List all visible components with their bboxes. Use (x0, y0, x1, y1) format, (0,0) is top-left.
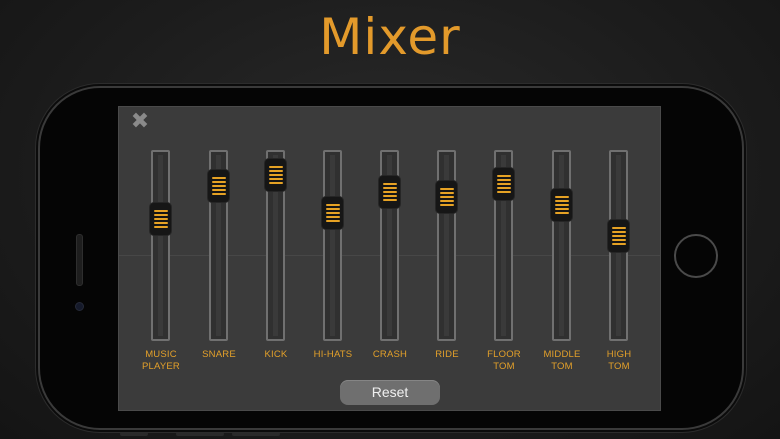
channel-label: KICK (264, 349, 288, 360)
reset-button[interactable]: Reset (340, 380, 440, 405)
phone-side-button (232, 432, 280, 436)
slider-knob[interactable] (321, 195, 344, 230)
channel-floor-tom: FLOOR TOM (474, 147, 534, 377)
channel-label: HI-HATS (313, 349, 353, 360)
channel-music-player: MUSIC PLAYER (131, 147, 191, 377)
channel-kick: KICK (246, 147, 306, 377)
slider-knob[interactable] (264, 157, 287, 192)
slider-knob[interactable] (550, 187, 573, 222)
phone-side-button (172, 83, 220, 87)
channel-label: HIGH TOM (606, 349, 632, 372)
channel-label: MIDDLE TOM (543, 349, 581, 372)
slider-track[interactable] (151, 150, 170, 341)
phone-speaker (76, 234, 83, 286)
channel-snare: SNARE (189, 147, 249, 377)
close-icon[interactable]: ✖ (130, 110, 150, 134)
channel-crash: CRASH (360, 147, 420, 377)
mixer-screen: ✖ MUSIC PLAYER SNARE KICK HI-HATS CRASH … (118, 106, 661, 411)
slider-knob[interactable] (492, 167, 515, 202)
slider-knob[interactable] (207, 168, 230, 203)
slider-track[interactable] (323, 150, 342, 341)
slider-track[interactable] (437, 150, 456, 341)
channel-label: CRASH (372, 349, 408, 360)
phone-side-button (176, 432, 224, 436)
slider-knob[interactable] (378, 175, 401, 210)
slider-track[interactable] (552, 150, 571, 341)
channel-label: SNARE (202, 349, 236, 360)
slider-knob[interactable] (607, 219, 630, 254)
channel-label: MUSIC PLAYER (142, 349, 180, 372)
channel-hi-hats: HI-HATS (303, 147, 363, 377)
slider-knob[interactable] (435, 179, 458, 214)
page-title: Mixer (319, 8, 461, 66)
phone-side-button (120, 432, 148, 436)
channel-ride: RIDE (417, 147, 477, 377)
channel-label: FLOOR TOM (487, 349, 521, 372)
home-button[interactable] (674, 234, 718, 278)
slider-knob[interactable] (149, 201, 172, 236)
channel-high-tom: HIGH TOM (589, 147, 649, 377)
channel-label: RIDE (435, 349, 459, 360)
channel-middle-tom: MIDDLE TOM (532, 147, 592, 377)
phone-camera (75, 302, 84, 311)
